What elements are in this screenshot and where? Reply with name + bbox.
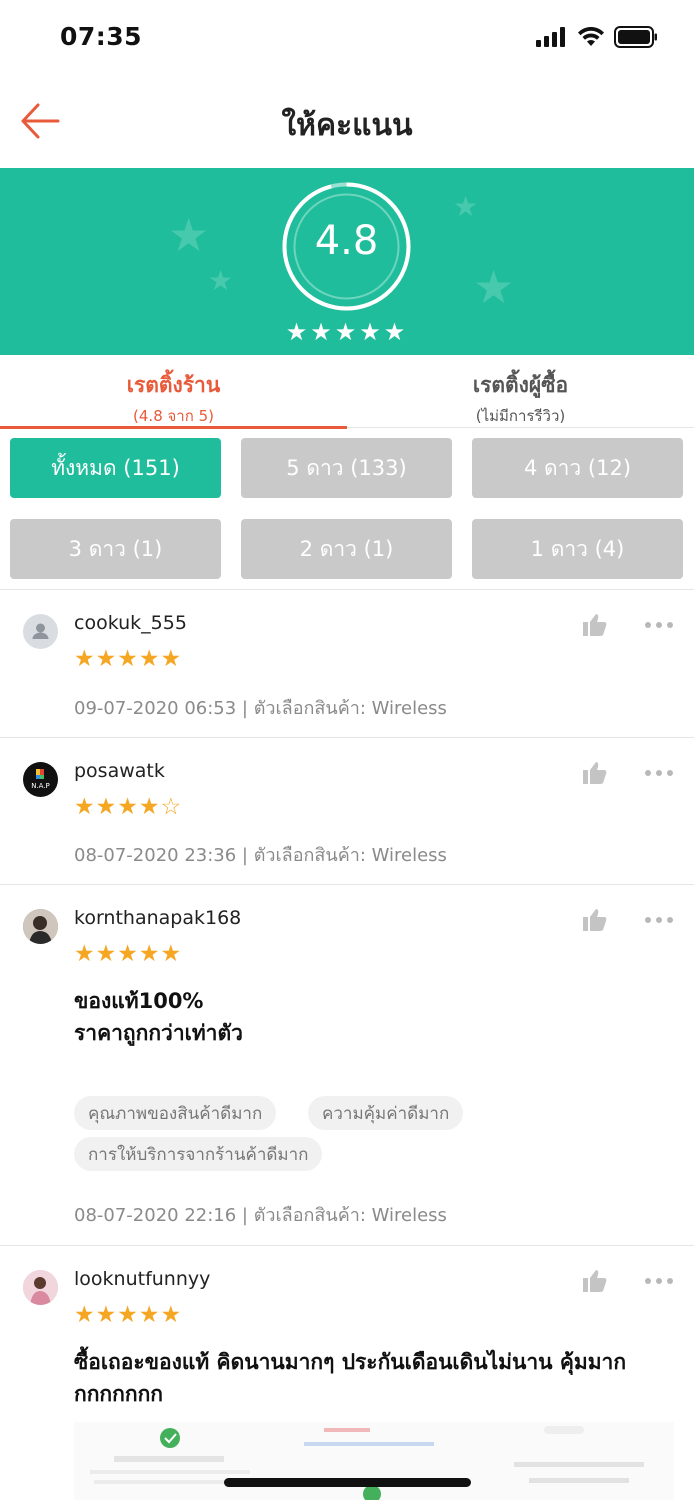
review-image (74, 1422, 674, 1500)
avatar-logo-icon: N.A.P (31, 769, 50, 790)
more-options-icon[interactable] (644, 1276, 674, 1286)
avatar-text: N.A.P (31, 782, 50, 790)
decorative-star-icon: ★ (208, 264, 234, 297)
battery-icon (614, 26, 657, 48)
decorative-star-icon: ★ (473, 260, 515, 314)
review-tag: ความคุ้มค่าดีมาก (308, 1096, 464, 1130)
filter-4-star-button[interactable]: 4 ดาว (12) (472, 438, 683, 498)
avatar[interactable]: N.A.P (23, 762, 58, 797)
review-item: N.A.P posawatk ★★★★☆ 08-07-2020 23:36 | … (0, 738, 694, 885)
tab-title: เรตติ้งผู้ซื้อ (472, 373, 569, 397)
page-title: ให้คะแนน (281, 108, 413, 143)
review-comment-line: ราคาถูกกว่าเท่าตัว (74, 1021, 243, 1045)
more-options-icon[interactable] (644, 915, 674, 925)
review-item: kornthanapak168 ★★★★★ ของแท้100% ราคาถูก… (0, 885, 694, 1246)
avatar[interactable] (23, 909, 58, 944)
review-item: cookuk_555 ★★★★★ 09-07-2020 06:53 | ตัวเ… (0, 590, 694, 738)
status-time: 07:35 (60, 22, 143, 51)
more-options-icon[interactable] (644, 768, 674, 778)
empty-star-icon: ☆ (160, 794, 183, 820)
review-stars: ★★★★★ (74, 646, 183, 672)
review-comment-line: ของแท้100% (74, 989, 204, 1013)
rating-score: 4.8 (314, 218, 379, 264)
review-item: looknutfunnyy ★★★★★ ซื้อเถอะของแท้ คิดนา… (0, 1246, 694, 1500)
rating-tabs: เรตติ้งร้าน (4.8 จาก 5) เรตติ้งผู้ซื้อ (… (0, 355, 694, 429)
avatar-photo-icon (23, 1270, 58, 1305)
rating-stars: ★★★★★ (285, 318, 409, 346)
tab-subtitle: (4.8 จาก 5) (133, 407, 214, 425)
review-photo-strip[interactable] (74, 1422, 674, 1500)
tab-shop-rating[interactable]: เรตติ้งร้าน (4.8 จาก 5) (0, 355, 347, 429)
star-filters: ทั้งหมด (151) 5 ดาว (133) 4 ดาว (12) 3 ด… (0, 428, 694, 590)
review-username: posawatk (74, 760, 165, 782)
like-icon[interactable] (582, 760, 608, 786)
review-tag: คุณภาพของสินค้าดีมาก (74, 1096, 277, 1130)
review-comment-line: ซื้อเถอะของแท้ คิดนานมากๆ ประกันเดือนเดิ… (74, 1350, 627, 1374)
like-icon[interactable] (582, 612, 608, 638)
filter-1-star-button[interactable]: 1 ดาว (4) (472, 519, 683, 579)
review-username: looknutfunnyy (74, 1268, 211, 1290)
review-stars: ★★★★☆ (74, 794, 182, 820)
tab-subtitle: (ไม่มีการรีวิว) (475, 407, 566, 425)
wifi-icon (578, 27, 604, 46)
decorative-star-icon: ★ (453, 190, 479, 223)
review-comment-line: กกกกกกก (74, 1382, 164, 1406)
filter-2-star-button[interactable]: 2 ดาว (1) (241, 519, 452, 579)
tab-buyer-rating[interactable]: เรตติ้งผู้ซื้อ (ไม่มีการรีวิว) (347, 355, 694, 428)
avatar-photo-icon (23, 909, 58, 944)
status-icons (536, 26, 658, 48)
review-meta: 09-07-2020 06:53 | ตัวเลือกสินค้า: Wirel… (74, 698, 447, 719)
decorative-star-icon: ★ (168, 208, 210, 262)
status-bar: 07:35 (0, 0, 694, 78)
filter-all-button[interactable]: ทั้งหมด (151) (10, 438, 221, 498)
review-meta: 08-07-2020 23:36 | ตัวเลือกสินค้า: Wirel… (74, 845, 447, 866)
like-icon[interactable] (582, 907, 608, 933)
review-username: cookuk_555 (74, 612, 187, 634)
tab-title: เรตติ้งร้าน (126, 373, 221, 397)
like-icon[interactable] (582, 1268, 608, 1294)
home-indicator (224, 1478, 471, 1487)
avatar[interactable] (23, 1270, 58, 1305)
review-stars: ★★★★★ (74, 1302, 183, 1328)
filled-stars: ★★★★ (74, 794, 161, 820)
review-stars: ★★★★★ (74, 941, 183, 967)
review-tag: การให้บริการจากร้านค้าดีมาก (74, 1137, 323, 1171)
avatar[interactable] (23, 614, 58, 649)
more-options-icon[interactable] (644, 620, 674, 630)
review-username: kornthanapak168 (74, 907, 242, 929)
filter-3-star-button[interactable]: 3 ดาว (1) (10, 519, 221, 579)
cellular-signal-icon (536, 27, 565, 47)
rating-banner: ★ ★ ★ ★ 4.8 ★★★★★ (0, 168, 694, 355)
default-user-icon (32, 623, 49, 639)
nav-bar: ให้คะแนน (0, 78, 694, 168)
filter-5-star-button[interactable]: 5 ดาว (133) (241, 438, 452, 498)
review-meta: 08-07-2020 22:16 | ตัวเลือกสินค้า: Wirel… (74, 1205, 447, 1226)
